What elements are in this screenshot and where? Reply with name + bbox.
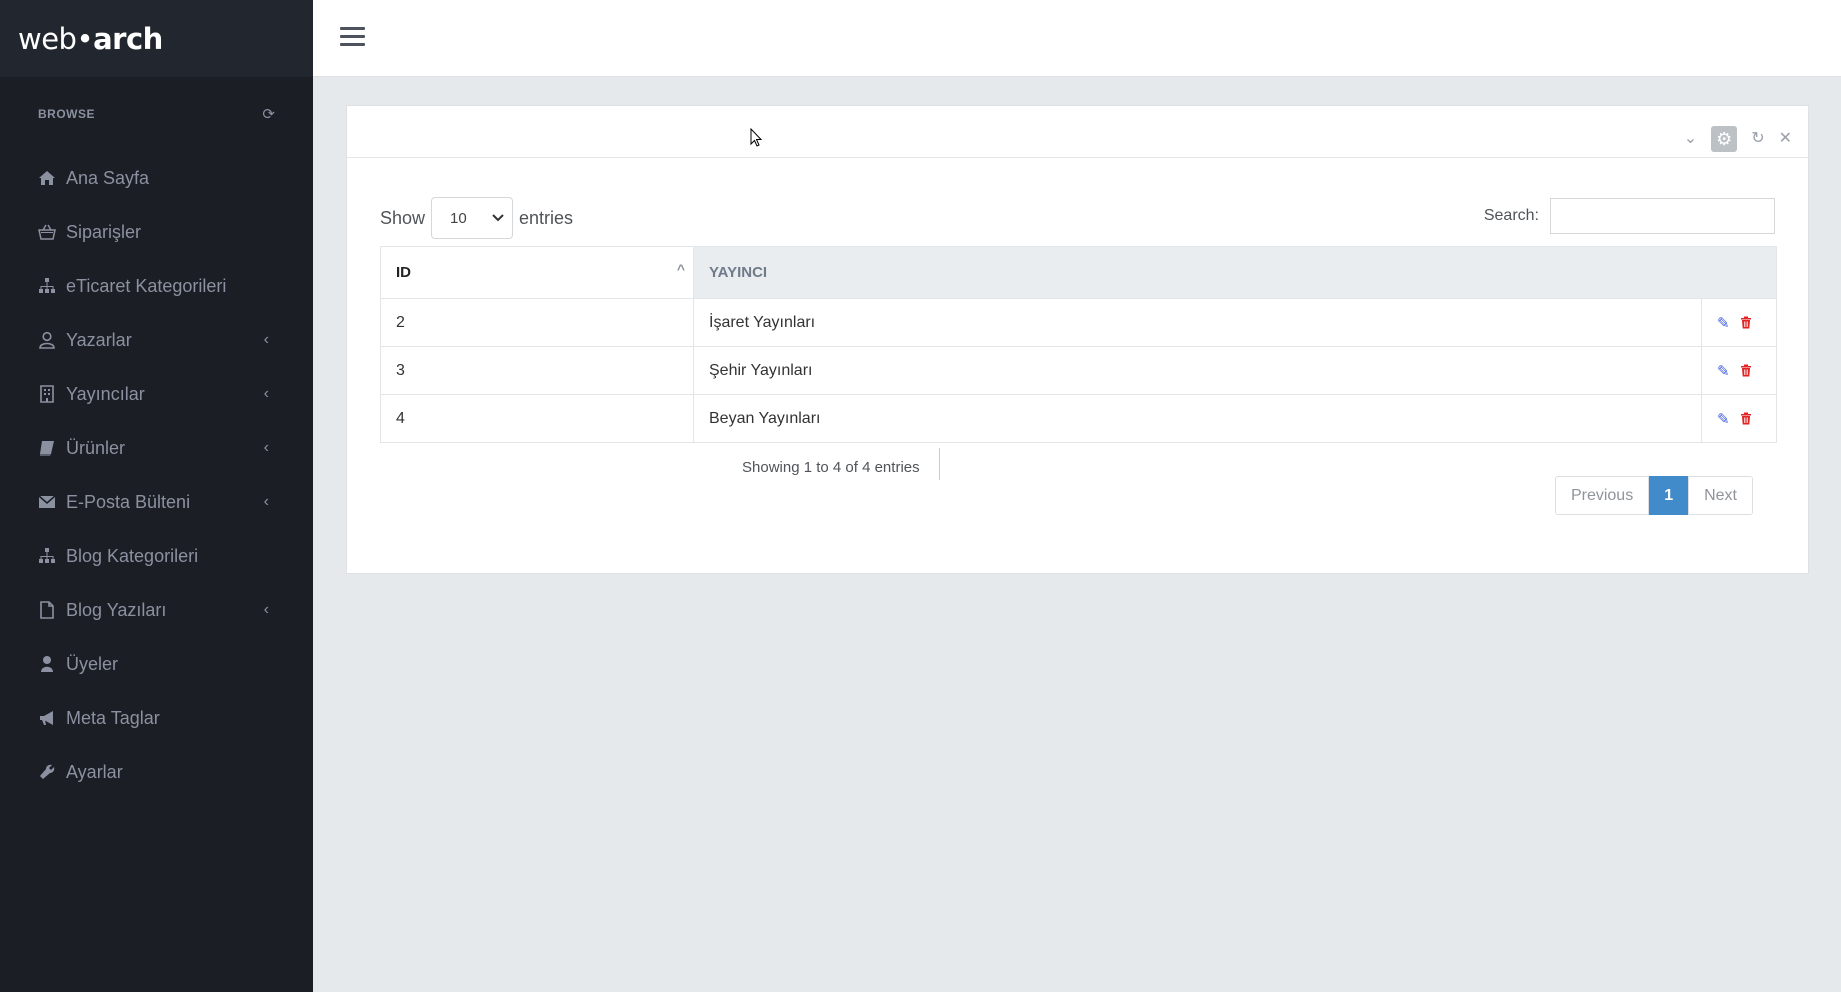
table-controls: Show 10 entries Search: — [380, 192, 1775, 239]
sidebar-item-4[interactable]: Yayıncılar ‹ — [0, 367, 313, 421]
sidebar-item-0[interactable]: Ana Sayfa — [0, 151, 313, 205]
sidebar-item-label: Üyeler — [66, 653, 119, 674]
sidebar-item-label: Yazarlar — [66, 329, 132, 350]
cell-publisher: İşaret Yayınları — [693, 298, 1702, 347]
chevron-left-icon: ‹ — [263, 493, 269, 510]
topbar — [313, 0, 1841, 77]
browse-header: BROWSE ⟳ — [0, 77, 313, 151]
sidebar-item-2[interactable]: eTicaret Kategorileri — [0, 259, 313, 313]
collapse-chevron-icon[interactable]: ⌄ — [1684, 131, 1697, 147]
show-label: Show — [380, 207, 426, 228]
table-row: 4 Beyan Yayınları ✎ — [380, 394, 1777, 443]
panel-tools: ⌄ ⚙ ↻ ✕ — [1684, 126, 1792, 152]
column-header-id[interactable]: ID ^ — [380, 246, 694, 299]
publishers-table: ID ^ YAYINCI 2 İşaret Yayınları ✎ 3 Şehir Yay… — [380, 246, 1777, 443]
edit-icon[interactable]: ✎ — [1717, 362, 1730, 380]
refresh-icon[interactable]: ⟳ — [262, 105, 275, 123]
column-header-publisher[interactable]: YAYINCI — [693, 246, 1777, 299]
sidebar-item-7[interactable]: Blog Kategorileri — [0, 529, 313, 583]
sidebar-item-label: Meta Taglar — [66, 707, 160, 728]
table-header-row: ID ^ YAYINCI — [380, 246, 1777, 299]
basket-icon — [38, 222, 62, 242]
browse-label: BROWSE — [38, 107, 95, 121]
table-row: 3 Şehir Yayınları ✎ — [380, 346, 1777, 395]
sort-asc-icon: ^ — [676, 261, 685, 277]
chevron-down-icon — [492, 214, 504, 222]
logo-bar: web•arch — [0, 0, 313, 77]
sidebar-item-5[interactable]: Ürünler ‹ — [0, 421, 313, 475]
pagination: Previous 1 Next — [1554, 476, 1753, 515]
sidebar: web•arch BROWSE ⟳ Ana Sayfa Siparişler eTi… — [0, 0, 313, 992]
chevron-left-icon: ‹ — [263, 385, 269, 402]
chevron-left-icon: ‹ — [263, 601, 269, 618]
gear-icon[interactable]: ⚙ — [1711, 126, 1738, 152]
previous-button[interactable]: Previous — [1554, 476, 1650, 515]
sidebar-item-9[interactable]: Üyeler — [0, 637, 313, 691]
sidebar-menu: Ana Sayfa Siparişler eTicaret Kategorileri… — [0, 151, 313, 799]
search-box: Search: — [1484, 198, 1775, 234]
sidebar-item-label: Ayarlar — [66, 761, 123, 782]
trash-icon[interactable] — [1740, 412, 1752, 425]
sidebar-item-6[interactable]: E-Posta Bülteni ‹ — [0, 475, 313, 529]
sidebar-item-label: Blog Kategorileri — [66, 545, 199, 566]
cell-publisher: Şehir Yayınları — [693, 346, 1702, 395]
sidebar-item-label: Ana Sayfa — [66, 167, 150, 188]
trash-icon[interactable] — [1740, 316, 1752, 329]
cell-actions: ✎ — [1701, 394, 1777, 443]
home-icon — [38, 168, 62, 188]
divider — [939, 448, 940, 480]
bullhorn-icon — [38, 708, 62, 728]
sidebar-item-3[interactable]: Yazarlar ‹ — [0, 313, 313, 367]
next-button[interactable]: Next — [1688, 476, 1753, 515]
table-info: Showing 1 to 4 of 4 entries — [742, 459, 920, 476]
sidebar-item-label: eTicaret Kategorileri — [66, 275, 227, 296]
user-solid-icon — [38, 654, 62, 674]
reload-icon[interactable]: ↻ — [1751, 131, 1764, 147]
edit-icon[interactable]: ✎ — [1717, 314, 1730, 332]
user-icon — [38, 330, 62, 350]
sidebar-item-11[interactable]: Ayarlar — [0, 745, 313, 799]
hamburger-menu-icon[interactable] — [340, 27, 365, 47]
sidebar-item-1[interactable]: Siparişler — [0, 205, 313, 259]
cell-id: 2 — [380, 298, 694, 347]
chevron-left-icon: ‹ — [263, 439, 269, 456]
file-icon — [38, 600, 62, 620]
cell-id: 3 — [380, 346, 694, 395]
entries-select[interactable]: 10 — [431, 197, 514, 239]
sitemap-icon — [38, 276, 62, 296]
panel-header: ⌄ ⚙ ↻ ✕ — [347, 106, 1808, 158]
publishers-panel: ⌄ ⚙ ↻ ✕ Show 10 entries Search: ID ^ YAYI… — [346, 105, 1809, 574]
entries-label: entries — [519, 207, 574, 228]
entries-value: 10 — [450, 209, 467, 227]
mouse-cursor-icon — [750, 128, 763, 147]
close-icon[interactable]: ✕ — [1779, 131, 1792, 147]
wrench-icon — [38, 762, 62, 782]
book-icon — [38, 438, 62, 458]
logo[interactable]: web•arch — [18, 22, 163, 56]
sidebar-item-label: Yayıncılar — [66, 383, 145, 404]
sidebar-item-label: E-Posta Bülteni — [66, 491, 191, 512]
page-1-button[interactable]: 1 — [1649, 476, 1689, 515]
search-label: Search: — [1483, 207, 1539, 224]
sidebar-item-label: Siparişler — [66, 221, 142, 242]
sidebar-item-label: Ürünler — [66, 437, 126, 458]
cell-actions: ✎ — [1701, 346, 1777, 395]
table-body: 2 İşaret Yayınları ✎ 3 Şehir Yayınları ✎ 4 Beya… — [380, 298, 1777, 443]
cell-actions: ✎ — [1701, 298, 1777, 347]
envelope-icon — [38, 492, 62, 512]
trash-icon[interactable] — [1740, 364, 1752, 377]
sidebar-item-label: Blog Yazıları — [66, 599, 167, 620]
chevron-left-icon: ‹ — [263, 331, 269, 348]
building-icon — [38, 384, 62, 404]
show-entries: Show 10 entries — [380, 197, 573, 239]
sitemap-icon — [38, 546, 62, 566]
cell-id: 4 — [380, 394, 694, 443]
sidebar-item-10[interactable]: Meta Taglar — [0, 691, 313, 745]
table-row: 2 İşaret Yayınları ✎ — [380, 298, 1777, 347]
sidebar-item-8[interactable]: Blog Yazıları ‹ — [0, 583, 313, 637]
cell-publisher: Beyan Yayınları — [693, 394, 1702, 443]
edit-icon[interactable]: ✎ — [1717, 410, 1730, 428]
search-input[interactable] — [1550, 198, 1775, 234]
